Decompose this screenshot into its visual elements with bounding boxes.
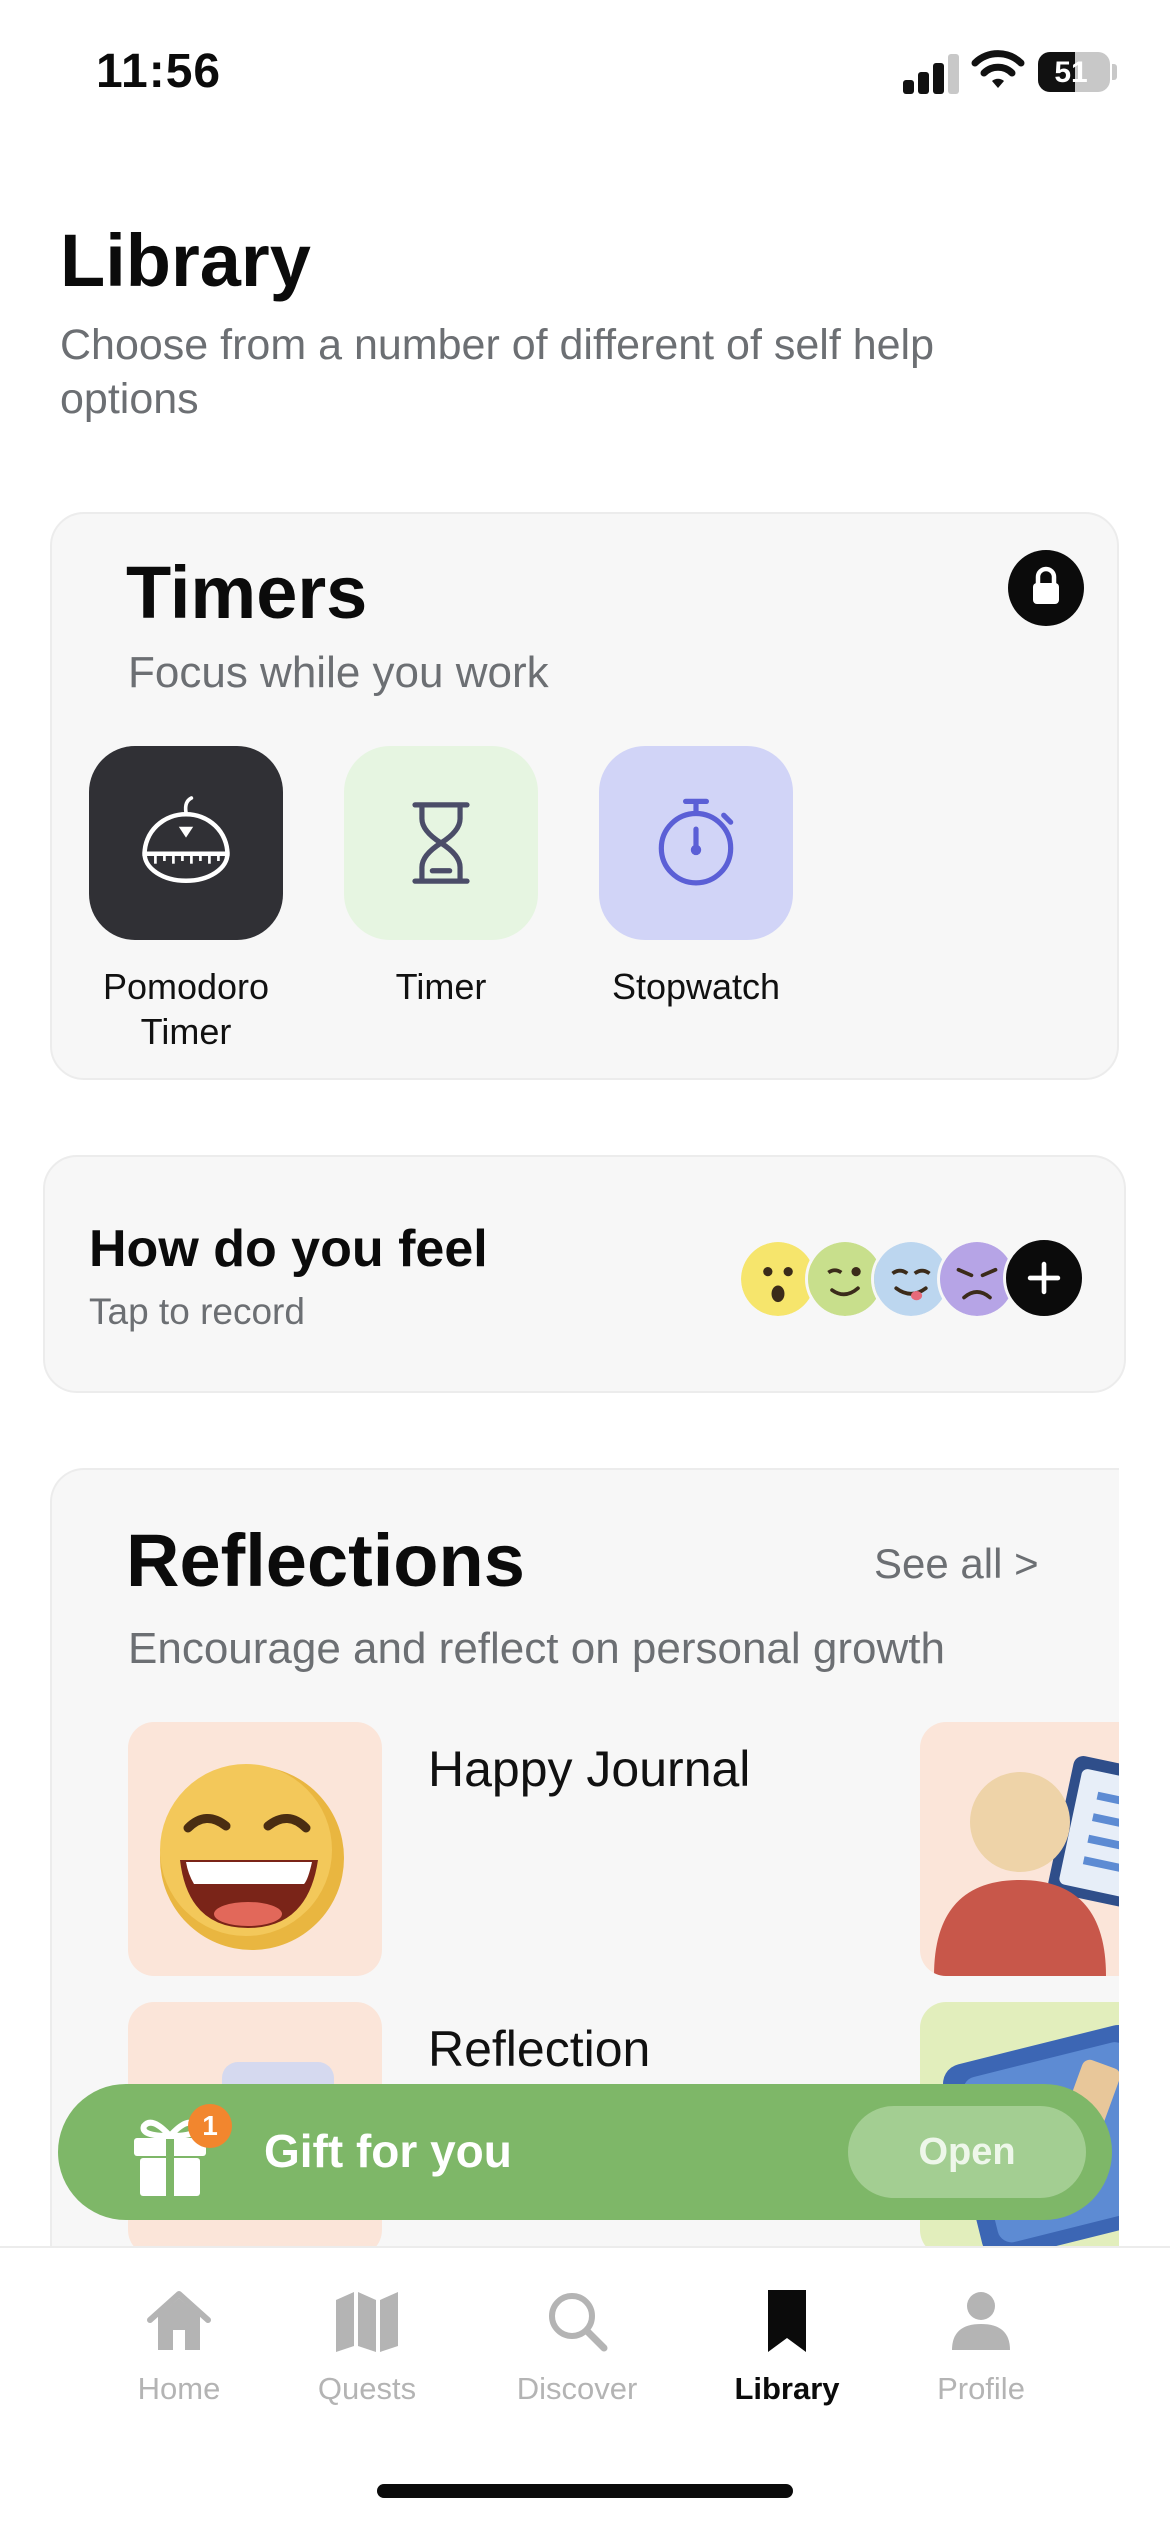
- tab-home-label: Home: [137, 2371, 221, 2406]
- happy-journal-thumbnail[interactable]: [128, 1722, 382, 1976]
- stopwatch-icon: [599, 746, 793, 940]
- person-icon: [952, 2292, 1010, 2350]
- bookmark-icon: [768, 2290, 806, 2352]
- happy-journal-title[interactable]: Happy Journal: [428, 1740, 750, 1798]
- home-indicator: [377, 2484, 793, 2498]
- timers-card: Timers Focus while you work Pomodoro Tim…: [50, 512, 1119, 1080]
- battery-cap: [1112, 64, 1117, 80]
- lock-icon[interactable]: [1008, 550, 1084, 626]
- tab-home[interactable]: Home: [84, 2286, 274, 2407]
- tab-library-label: Library: [734, 2371, 840, 2406]
- see-all-link[interactable]: See all >: [874, 1540, 1039, 1588]
- stopwatch-button[interactable]: Stopwatch: [571, 746, 821, 1009]
- timer-label: Timer: [395, 966, 487, 1007]
- tab-discover[interactable]: Discover: [482, 2286, 672, 2407]
- tab-quests-label: Quests: [317, 2371, 417, 2406]
- hourglass-icon: [344, 746, 538, 940]
- tab-profile-label: Profile: [937, 2371, 1025, 2406]
- add-mood-button[interactable]: [1003, 1237, 1085, 1319]
- page-subtitle: Choose from a number of different of sel…: [60, 321, 935, 423]
- mood-subtitle: Tap to record: [89, 1291, 305, 1332]
- status-time: 11:56: [96, 45, 222, 98]
- mood-title: How do you feel: [89, 1220, 488, 1278]
- reflection-title[interactable]: Reflection: [428, 2020, 650, 2078]
- gift-count-badge: 1: [188, 2104, 232, 2148]
- tab-discover-label: Discover: [516, 2371, 638, 2406]
- plus-icon: [1027, 1261, 1061, 1295]
- reflections-title: Reflections: [126, 1519, 525, 1602]
- pomodoro-icon: [89, 746, 283, 940]
- tab-library[interactable]: Library: [692, 2286, 882, 2407]
- status-bar: 11:56 51: [0, 0, 1170, 140]
- gift-banner[interactable]: 1 Gift for you Open: [58, 2084, 1112, 2220]
- tab-profile[interactable]: Profile: [886, 2286, 1076, 2407]
- timers-title: Timers: [126, 551, 368, 634]
- map-icon: [336, 2292, 398, 2352]
- battery-icon: 51: [1038, 52, 1110, 92]
- open-gift-button[interactable]: Open: [848, 2106, 1086, 2198]
- timers-subtitle: Focus while you work: [128, 648, 549, 697]
- tab-quests[interactable]: Quests: [272, 2286, 462, 2407]
- stopwatch-label: Stopwatch: [611, 966, 781, 1007]
- journal-person-thumbnail[interactable]: [920, 1722, 1119, 1976]
- mood-card[interactable]: How do you feel Tap to record: [43, 1155, 1126, 1393]
- home-icon: [147, 2291, 211, 2350]
- pomodoro-label: Pomodoro Timer: [102, 966, 270, 1052]
- pomodoro-timer-button[interactable]: Pomodoro Timer: [61, 746, 311, 1054]
- wifi-icon: [971, 50, 1025, 88]
- battery-level: 51: [1054, 56, 1088, 89]
- signal-icon: [903, 52, 959, 94]
- reflections-subtitle: Encourage and reflect on personal growth: [128, 1624, 945, 1673]
- person-clipboard-icon: [934, 1756, 1119, 1976]
- search-icon: [549, 2293, 608, 2352]
- page-title: Library: [60, 219, 311, 302]
- timer-button[interactable]: Timer: [316, 746, 566, 1009]
- gift-label: Gift for you: [264, 2125, 512, 2177]
- laughing-emoji-icon: [160, 1764, 344, 1950]
